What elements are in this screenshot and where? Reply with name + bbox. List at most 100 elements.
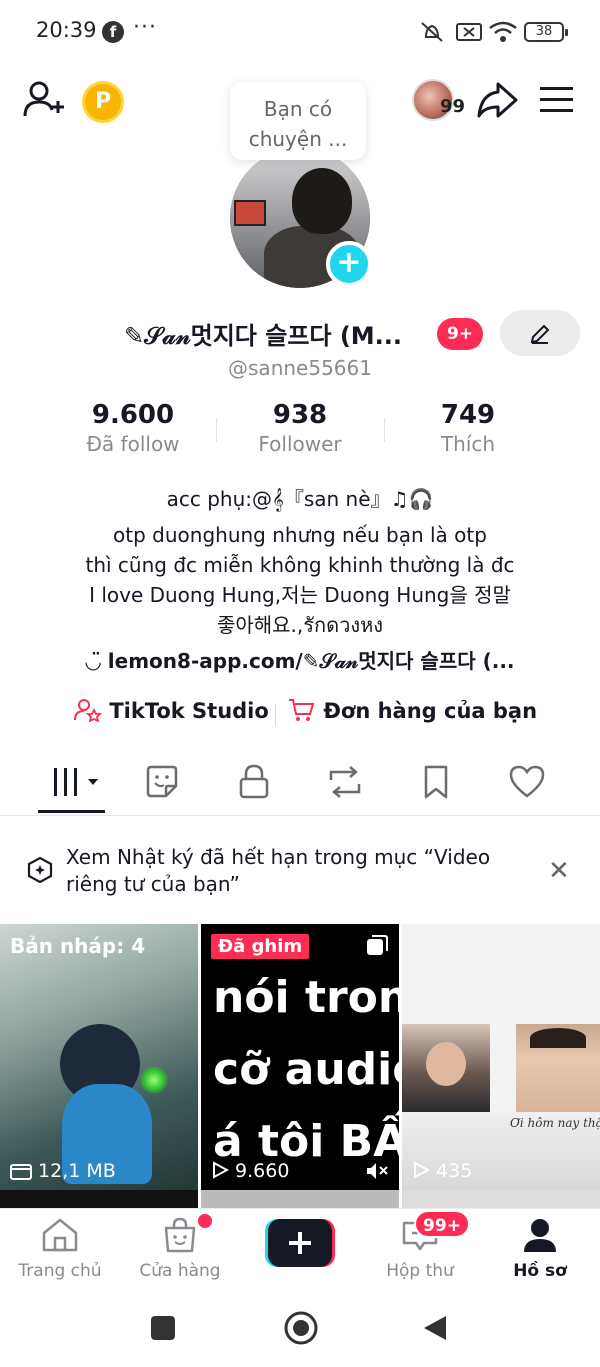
add-friend-icon[interactable] <box>22 80 66 120</box>
view-count-text: 9.660 <box>235 1160 290 1182</box>
display-name: ✎𝒮𝒶𝓃멋지다 슬프다 (M... <box>124 322 403 350</box>
tab-liked[interactable] <box>507 762 557 806</box>
system-navigation-bar <box>0 1294 600 1367</box>
shop-notification-dot <box>198 1214 212 1228</box>
bio-line: thì cũng đc miễn không khinh thường là đ… <box>85 553 515 577</box>
sparkle-clock-icon <box>27 856 53 884</box>
bookmark-icon <box>424 765 448 799</box>
bio-line: I love Duong Hung,저는 Duong Hung을 정말 <box>89 583 511 607</box>
tab-favorites-stickers[interactable] <box>142 762 192 806</box>
pencil-icon <box>530 324 550 344</box>
nav-label: Hộp thư <box>386 1261 454 1281</box>
lock-icon <box>239 764 269 799</box>
view-count: 9.660 <box>211 1160 289 1182</box>
back-button[interactable] <box>422 1314 448 1342</box>
orders-link[interactable]: Đơn hàng của bạn <box>288 698 537 723</box>
recents-button[interactable] <box>151 1316 175 1340</box>
bottom-navigation: Trang chủ Cửa hàng Hộp thư Hồ sơ <box>0 1208 600 1294</box>
stat-label: Follower <box>258 432 342 456</box>
shortcut-divider <box>275 704 276 726</box>
share-icon[interactable] <box>476 80 518 120</box>
video-tile-row2[interactable] <box>0 1190 198 1208</box>
bio-line: otp duonghung nhưng nếu bạn là otp <box>113 523 487 547</box>
shopping-bag-icon <box>164 1217 196 1253</box>
muted-bell-icon <box>421 22 443 42</box>
more-notifications-icon: ··· <box>133 15 157 40</box>
expired-stories-notice[interactable]: Xem Nhật ký đã hết hạn trong mục “Video … <box>0 832 600 910</box>
tab-private[interactable] <box>234 762 284 806</box>
overlay-caption: Ơi hôm nay thật v <box>510 1116 600 1130</box>
cart-icon <box>289 699 315 721</box>
sticker-icon <box>146 765 178 798</box>
orders-label: Đơn hàng của bạn <box>323 699 538 723</box>
nav-home[interactable]: Trang chủ <box>5 1217 115 1281</box>
draft-size: 12,1 MB <box>10 1160 116 1182</box>
draft-size-text: 12,1 MB <box>38 1160 116 1182</box>
status-time: 20:39 <box>36 18 97 42</box>
muted-icon <box>367 1163 388 1179</box>
create-button[interactable] <box>265 1219 335 1267</box>
tab-saved[interactable] <box>416 762 466 806</box>
coin-button[interactable]: P <box>82 81 124 123</box>
active-tab-indicator <box>38 810 105 813</box>
battery-indicator: 38 <box>524 22 568 42</box>
person-star-icon <box>74 699 103 723</box>
play-icon <box>213 1161 230 1179</box>
note-bubble[interactable]: Bạn có chuyện ... <box>230 82 366 160</box>
bio-link[interactable]: ◡̈ lemon8-app.com/✎𝒮𝒶𝓃멋지다 슬프다 (... <box>0 645 600 674</box>
nav-label: Trang chủ <box>18 1261 102 1281</box>
grid-icon <box>54 768 98 796</box>
video-tile-drafts[interactable]: Bản nháp: 4 12,1 MB <box>0 924 198 1190</box>
stat-value: 938 <box>272 400 328 430</box>
inbox-badge: 99+ <box>414 1210 470 1238</box>
heart-icon <box>509 765 545 798</box>
stat-label: Thích <box>440 432 496 456</box>
bio-line: acc phụ:@𝄞『san nè』♫🎧 <box>166 487 434 511</box>
play-icon <box>414 1161 431 1179</box>
stat-likes[interactable]: 749 Thích <box>398 400 538 456</box>
status-bar: 20:39 f ··· 38 <box>0 0 600 64</box>
nav-label: Hồ sơ <box>513 1261 567 1281</box>
multi-photo-icon <box>367 935 388 955</box>
username-handle: @sanne55661 <box>228 356 372 380</box>
edit-profile-button[interactable] <box>500 310 580 356</box>
view-count: 435 <box>412 1160 472 1182</box>
video-tile-row2[interactable] <box>402 1190 600 1208</box>
overlay-text-line: nói trong <box>213 972 399 1023</box>
tiktok-studio-link[interactable]: TikTok Studio <box>74 698 269 723</box>
wifi-icon <box>489 21 517 42</box>
story-count: 99 <box>440 96 466 117</box>
drafts-label: Bản nháp: 4 <box>10 934 146 958</box>
profile-icon <box>524 1219 556 1252</box>
video-tile-row2[interactable] <box>201 1190 399 1208</box>
tab-reposts[interactable] <box>325 762 375 806</box>
pinned-badge: Đã ghim <box>211 934 310 959</box>
nav-profile[interactable]: Hồ sơ <box>485 1217 595 1281</box>
link-icon: ◡̈ <box>85 649 108 673</box>
video-tile-3[interactable]: Ơi hôm nay thật v 435 <box>402 924 600 1190</box>
menu-icon[interactable] <box>540 86 574 114</box>
video-tile-pinned[interactable]: Đã ghim nói trong cỡ audio á tôi BẤT 9.6… <box>201 924 399 1190</box>
plus-icon <box>289 1232 311 1254</box>
folder-icon <box>10 1164 32 1180</box>
content-tabs <box>0 752 600 816</box>
stat-value: 9.600 <box>91 400 175 430</box>
stat-followers[interactable]: 938 Follower <box>230 400 370 456</box>
add-story-button[interactable]: + <box>326 241 372 287</box>
notification-badge[interactable]: 9+ <box>437 318 483 350</box>
bio-line: 좋아해요.,รักดวงหง <box>216 613 384 637</box>
nav-shop[interactable]: Cửa hàng <box>125 1217 235 1281</box>
stat-divider <box>384 418 385 442</box>
overlay-text-line: cỡ audio <box>213 1044 399 1095</box>
home-icon <box>42 1218 78 1252</box>
stat-divider <box>216 418 217 442</box>
stat-following[interactable]: 9.600 Đã follow <box>63 400 203 456</box>
home-button[interactable] <box>283 1310 319 1346</box>
tiktok-studio-label: TikTok Studio <box>109 699 269 723</box>
close-notice-button[interactable]: ✕ <box>548 856 570 886</box>
tab-videos[interactable] <box>50 762 100 806</box>
stat-label: Đã follow <box>86 432 180 456</box>
facebook-icon: f <box>102 21 124 43</box>
view-count-text: 435 <box>436 1160 473 1182</box>
nav-label: Cửa hàng <box>139 1261 221 1281</box>
